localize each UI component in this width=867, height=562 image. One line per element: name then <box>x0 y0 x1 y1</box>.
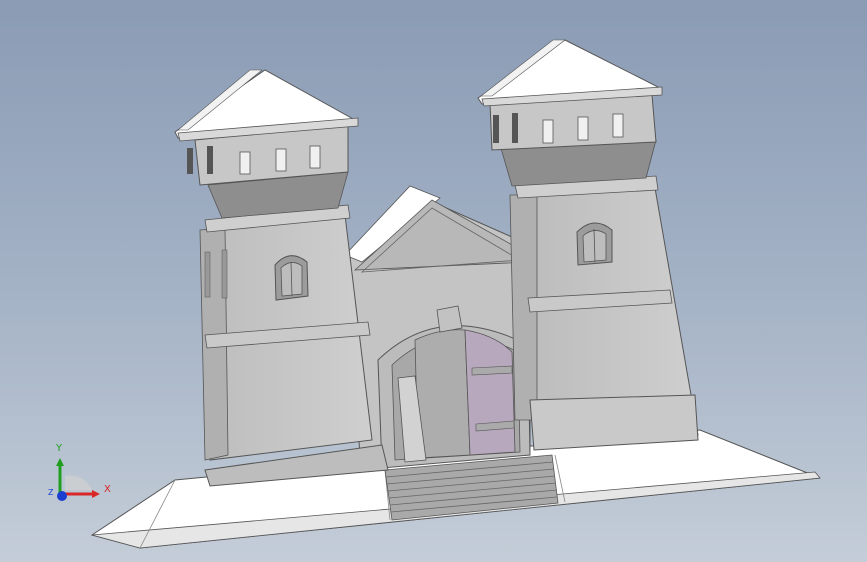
y-axis-label: Y <box>56 443 63 454</box>
graphics-viewport[interactable]: Y X Z <box>0 0 867 562</box>
triad-axes <box>56 458 100 501</box>
orientation-triad: Y X Z <box>40 438 120 518</box>
x-axis-label: X <box>104 484 111 495</box>
z-axis-dot <box>57 491 67 501</box>
x-axis-arrow <box>92 490 100 498</box>
castle-3d-model[interactable] <box>0 0 867 562</box>
z-axis-label: Z <box>48 488 54 497</box>
y-axis-arrow <box>56 458 64 466</box>
